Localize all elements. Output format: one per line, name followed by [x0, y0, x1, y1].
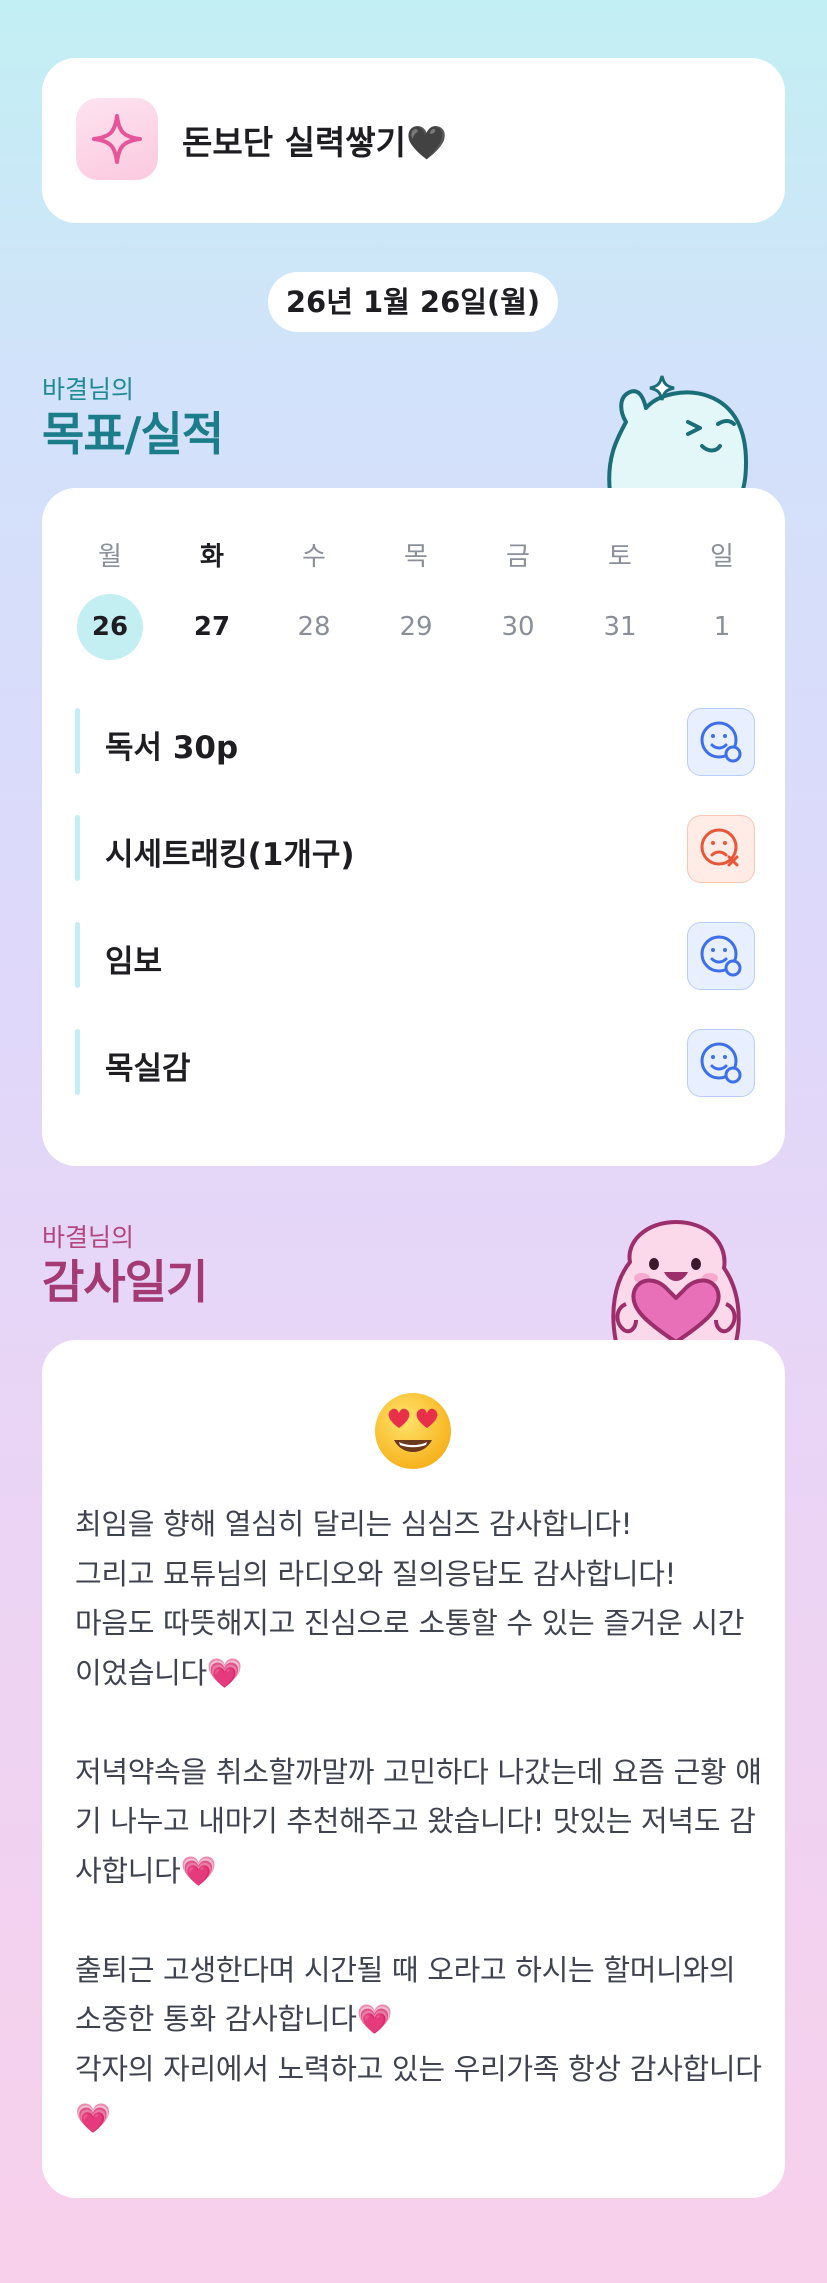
gratitude-diary-card: 최임을 향해 열심히 달리는 심심즈 감사합니다! 그리고 묘튜님의 라디오와 … [42, 1340, 785, 2198]
goal-accent-bar [75, 1029, 80, 1095]
gratitude-diary-text: 최임을 향해 열심히 달리는 심심즈 감사합니다! 그리고 묘튜님의 라디오와 … [75, 1507, 762, 2135]
mood-emoji-heart-eyes-icon [372, 1390, 454, 1472]
day-number[interactable]: 1 [689, 594, 755, 660]
day-name: 월 [98, 542, 122, 572]
day-wed[interactable]: 수 28 [280, 536, 348, 660]
goal-item[interactable]: 임보 [75, 922, 755, 990]
goal-title: 돈보단 실력쌓기🖤 [182, 123, 448, 162]
day-sun[interactable]: 일 1 [688, 536, 756, 660]
goal-title-card[interactable]: 돈보단 실력쌓기🖤 [42, 58, 785, 223]
day-name: 목 [404, 542, 428, 572]
diary-section-title: 감사일기 [42, 1255, 208, 1309]
goal-label: 임보 [105, 944, 163, 980]
goal-item[interactable]: 독서 30p [75, 708, 755, 776]
day-number[interactable]: 31 [587, 594, 653, 660]
day-tue[interactable]: 화 27 [178, 536, 246, 660]
smile-check-icon[interactable] [687, 1029, 755, 1097]
sad-x-icon[interactable] [687, 815, 755, 883]
heart-mascot-illustration [611, 1220, 741, 1342]
goals-card: 월 26 화 27 수 28 목 29 금 30 토 31 일 1 독서 30p… [42, 488, 785, 1166]
goal-item[interactable]: 목실감 [75, 1029, 755, 1097]
goal-label: 목실감 [105, 1051, 191, 1087]
day-number[interactable]: 29 [383, 594, 449, 660]
day-number-selected[interactable]: 26 [77, 594, 143, 660]
day-name: 일 [710, 542, 734, 572]
waving-mascot-illustration [607, 375, 748, 492]
goals-section-title: 목표/실적 [42, 407, 224, 461]
day-fri[interactable]: 금 30 [484, 536, 552, 660]
goal-label: 시세트래킹(1개구) [105, 837, 355, 873]
day-name: 금 [506, 542, 530, 572]
day-thu[interactable]: 목 29 [382, 536, 450, 660]
day-sat[interactable]: 토 31 [586, 536, 654, 660]
goal-label: 독서 30p [105, 730, 239, 766]
day-name: 수 [302, 542, 326, 572]
day-number-today[interactable]: 27 [179, 594, 245, 660]
goal-item[interactable]: 시세트래킹(1개구) [75, 815, 755, 883]
goal-accent-bar [75, 815, 80, 881]
smile-check-icon[interactable] [687, 708, 755, 776]
day-name: 토 [608, 542, 632, 572]
sparkle-icon [76, 98, 158, 180]
goal-accent-bar [75, 922, 80, 988]
day-mon[interactable]: 월 26 [76, 536, 144, 660]
smile-check-icon[interactable] [687, 922, 755, 990]
day-number[interactable]: 30 [485, 594, 551, 660]
goal-accent-bar [75, 708, 80, 774]
week-calendar: 월 26 화 27 수 28 목 29 금 30 토 31 일 1 [76, 536, 756, 660]
day-number[interactable]: 28 [281, 594, 347, 660]
day-name: 화 [200, 542, 224, 572]
date-pill[interactable]: 26년 1월 26일(월) [268, 272, 558, 332]
